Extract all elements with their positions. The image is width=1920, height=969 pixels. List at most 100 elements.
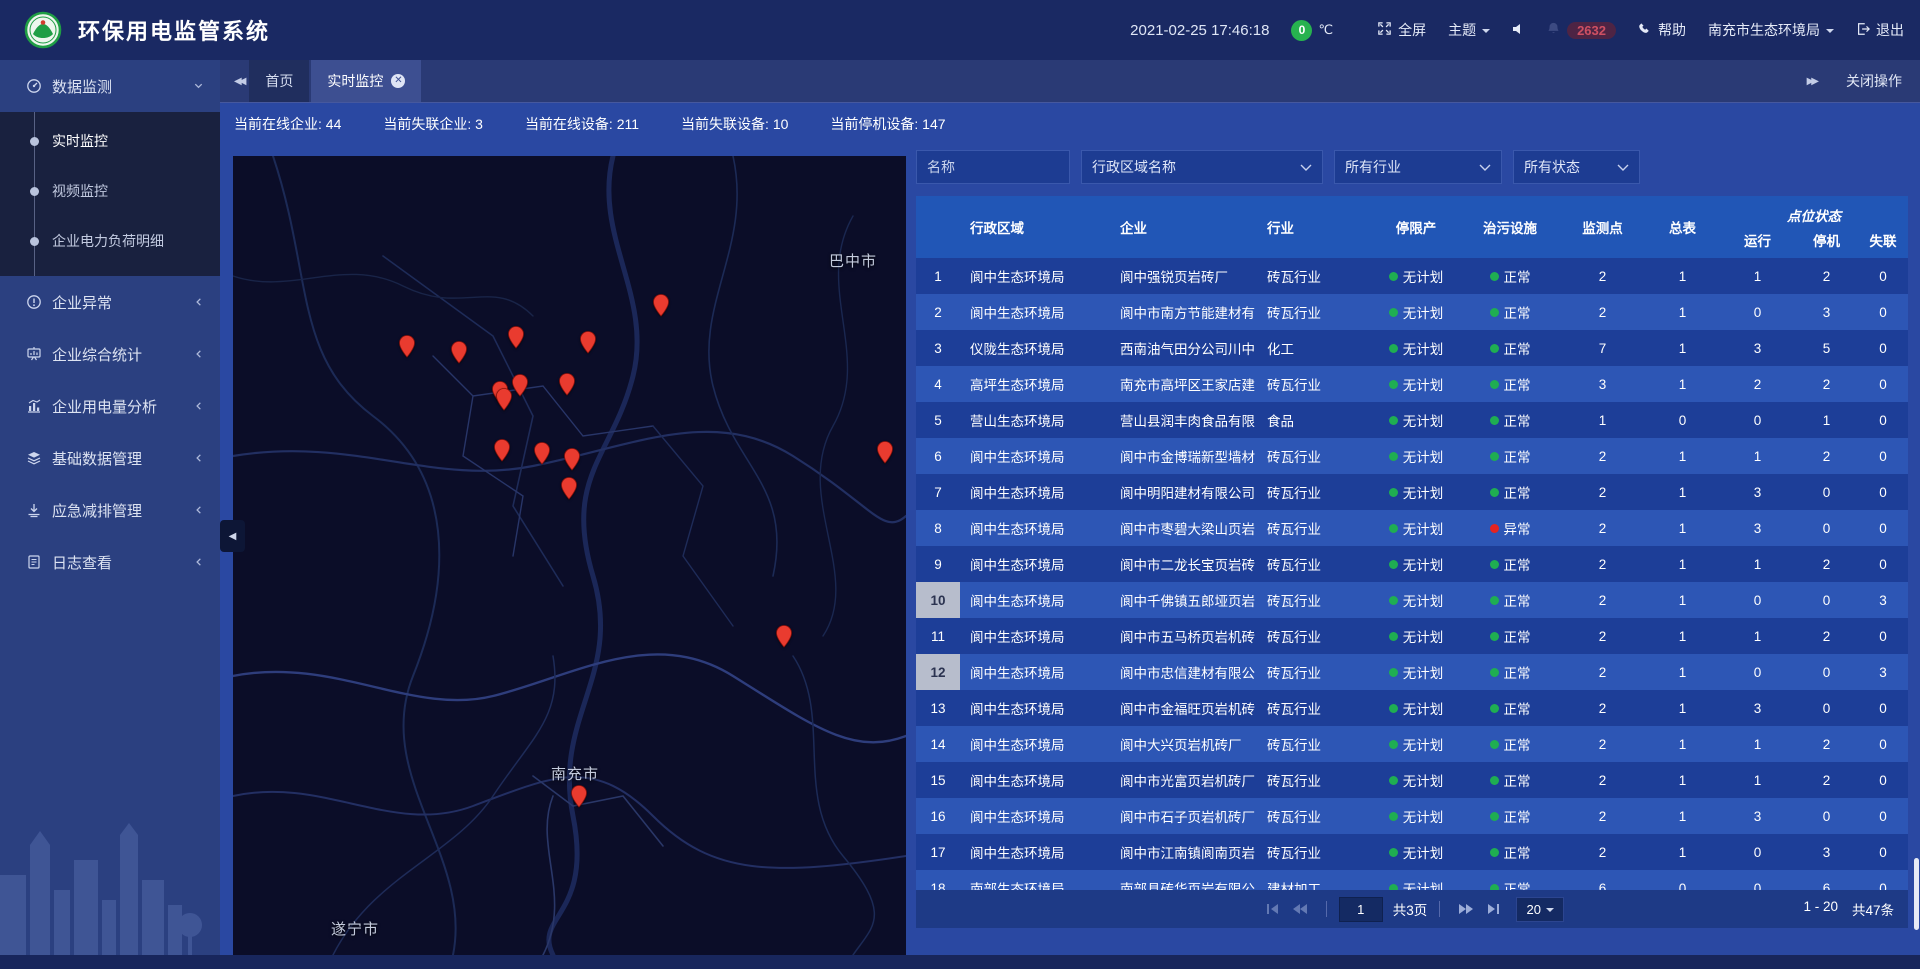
table-row[interactable]: 13阆中生态环境局阆中市金福旺页岩机砖砖瓦行业无计划正常21300 — [916, 690, 1908, 726]
table-row[interactable]: 11阆中生态环境局阆中市五马桥页岩机砖砖瓦行业无计划正常21120 — [916, 618, 1908, 654]
sidebar-subitem-0-1[interactable]: 视频监控 — [0, 166, 220, 216]
table-row[interactable]: 12阆中生态环境局阆中市忠信建材有限公砖瓦行业无计划正常21003 — [916, 654, 1908, 690]
meters-cell: 1 — [1645, 474, 1720, 510]
table-row[interactable]: 14阆中生态环境局阆中大兴页岩机砖厂砖瓦行业无计划正常21120 — [916, 726, 1908, 762]
points-cell: 2 — [1560, 582, 1645, 618]
table-row[interactable]: 1阆中生态环境局阆中强锐页岩砖厂砖瓦行业无计划正常21120 — [916, 258, 1908, 294]
region-cell: 阆中生态环境局 — [960, 582, 1108, 618]
facility-status-cell: 正常 — [1460, 546, 1560, 582]
map-pin[interactable] — [533, 441, 551, 465]
company-cell: 阆中市二龙长宝页岩砖 — [1108, 546, 1262, 582]
company-cell: 阆中明阳建材有限公司 — [1108, 474, 1262, 510]
map-pin[interactable] — [652, 293, 670, 317]
table-row[interactable]: 5营山生态环境局营山县润丰肉食品有限食品无计划正常10010 — [916, 402, 1908, 438]
notifications[interactable]: 2632 — [1546, 21, 1616, 39]
region-filter-select[interactable]: 行政区域名称 — [1081, 150, 1323, 184]
lost-count-cell: 3 — [1858, 654, 1908, 690]
map-pin[interactable] — [570, 784, 588, 808]
table-row[interactable]: 3仪陇生态环境局西南油气田分公司川中化工无计划正常71350 — [916, 330, 1908, 366]
table-row[interactable]: 15阆中生态环境局阆中市光富页岩机砖厂砖瓦行业无计划正常21120 — [916, 762, 1908, 798]
map-collapse-button[interactable]: ◀ — [220, 520, 245, 552]
name-filter-input[interactable] — [927, 159, 1059, 175]
scroll-tabs-right-icon[interactable]: ▶▶ — [1803, 76, 1820, 87]
sidebar-subitem-0-0[interactable]: 实时监控 — [0, 116, 220, 166]
meters-cell: 1 — [1645, 258, 1720, 294]
map-pin[interactable] — [495, 387, 513, 411]
lost-count-cell: 0 — [1858, 402, 1908, 438]
map-pin[interactable] — [775, 624, 793, 648]
industry-filter-select[interactable]: 所有行业 — [1334, 150, 1502, 184]
row-index-cell: 1 — [916, 258, 960, 294]
sidebar-item-2[interactable]: 企业综合统计 — [0, 328, 220, 380]
volume-button[interactable] — [1512, 22, 1524, 38]
scrollbar-thumb[interactable] — [1914, 858, 1919, 930]
map-panel[interactable]: 巴中市南充市遂宁市 — [233, 156, 906, 955]
meters-cell: 1 — [1645, 438, 1720, 474]
page-number-input[interactable] — [1339, 897, 1383, 922]
tab-realtime-monitor[interactable]: 实时监控 ✕ — [311, 60, 421, 102]
table-row[interactable]: 16阆中生态环境局阆中市石子页岩机砖厂砖瓦行业无计划正常21300 — [916, 798, 1908, 834]
table-row[interactable]: 9阆中生态环境局阆中市二龙长宝页岩砖砖瓦行业无计划正常21120 — [916, 546, 1908, 582]
lost-count-cell: 0 — [1858, 798, 1908, 834]
tab-home[interactable]: 首页 — [249, 60, 309, 102]
map-pin[interactable] — [450, 340, 468, 364]
table-header: 行政区域企业行业停限产治污设施监测点总表点位状态运行停机失联 — [916, 196, 1908, 258]
org-dropdown[interactable]: 南充市生态环境局 — [1708, 20, 1834, 40]
industry-cell: 砖瓦行业 — [1262, 726, 1372, 762]
last-page-icon[interactable] — [1480, 903, 1506, 915]
map-pin[interactable] — [507, 325, 525, 349]
map-pin[interactable] — [398, 334, 416, 358]
map-pin[interactable] — [579, 330, 597, 354]
sidebar-item-3[interactable]: 企业用电量分析 — [0, 380, 220, 432]
company-cell: 阆中市金博瑞新型墙材 — [1108, 438, 1262, 474]
close-operations-button[interactable]: 关闭操作 — [1846, 71, 1902, 91]
sidebar-item-1[interactable]: 企业异常 — [0, 276, 220, 328]
map-pin[interactable] — [876, 440, 894, 464]
next-page-icon[interactable] — [1452, 903, 1480, 915]
industry-cell: 砖瓦行业 — [1262, 834, 1372, 870]
facility-status-cell: 正常 — [1460, 258, 1560, 294]
fullscreen-button[interactable]: 全屏 — [1377, 20, 1426, 40]
map-pin[interactable] — [558, 372, 576, 396]
table-row[interactable]: 6阆中生态环境局阆中市金博瑞新型墙材砖瓦行业无计划正常21120 — [916, 438, 1908, 474]
status-dot-icon — [1389, 524, 1398, 533]
page-size-select[interactable]: 20 — [1516, 897, 1564, 922]
table-row[interactable]: 4高坪生态环境局南充市高坪区王家店建砖瓦行业无计划正常31220 — [916, 366, 1908, 402]
sidebar-item-0[interactable]: 数据监测 — [0, 60, 220, 112]
help-button[interactable]: 帮助 — [1638, 20, 1686, 40]
table-row[interactable]: 8阆中生态环境局阆中市枣碧大梁山页岩砖瓦行业无计划异常21300 — [916, 510, 1908, 546]
sidebar-item-6[interactable]: 日志查看 — [0, 536, 220, 588]
points-cell: 2 — [1560, 654, 1645, 690]
limit-status-cell: 无计划 — [1372, 510, 1460, 546]
logout-button[interactable]: 退出 — [1856, 20, 1904, 40]
region-cell: 高坪生态环境局 — [960, 366, 1108, 402]
run-count-cell: 3 — [1720, 510, 1795, 546]
scroll-tabs-left-icon[interactable]: ◀◀ — [230, 60, 247, 102]
map-pin[interactable] — [493, 438, 511, 462]
status-filter-select[interactable]: 所有状态 — [1513, 150, 1640, 184]
prev-page-icon[interactable] — [1286, 903, 1314, 915]
lost-count-cell: 0 — [1858, 546, 1908, 582]
sidebar-item-4[interactable]: 基础数据管理 — [0, 432, 220, 484]
map-pin[interactable] — [560, 476, 578, 500]
map-pin[interactable] — [563, 447, 581, 471]
table-row[interactable]: 10阆中生态环境局阆中千佛镇五郎垭页岩砖瓦行业无计划正常21003 — [916, 582, 1908, 618]
map-pin[interactable] — [511, 373, 529, 397]
stop-count-cell: 0 — [1795, 474, 1858, 510]
table-row[interactable]: 2阆中生态环境局阆中市南方节能建材有砖瓦行业无计划正常21030 — [916, 294, 1908, 330]
meters-cell: 1 — [1645, 366, 1720, 402]
sidebar-item-label: 数据监测 — [52, 76, 112, 97]
close-tab-icon[interactable]: ✕ — [391, 74, 405, 88]
sidebar-item-5[interactable]: 应急减排管理 — [0, 484, 220, 536]
bullet-dot-icon — [30, 137, 39, 146]
limit-status-cell: 无计划 — [1372, 726, 1460, 762]
sidebar-subitem-0-2[interactable]: 企业电力负荷明细 — [0, 216, 220, 266]
column-header-1: 行政区域 — [960, 196, 1108, 258]
region-cell: 阆中生态环境局 — [960, 726, 1108, 762]
table-row[interactable]: 17阆中生态环境局阆中市江南镇阆南页岩砖瓦行业无计划正常21030 — [916, 834, 1908, 870]
sidebar-item-label: 基础数据管理 — [52, 448, 142, 469]
theme-dropdown[interactable]: 主题 — [1448, 20, 1490, 40]
first-page-icon[interactable] — [1260, 903, 1286, 915]
status-dot-icon — [1490, 740, 1499, 749]
table-row[interactable]: 7阆中生态环境局阆中明阳建材有限公司砖瓦行业无计划正常21300 — [916, 474, 1908, 510]
